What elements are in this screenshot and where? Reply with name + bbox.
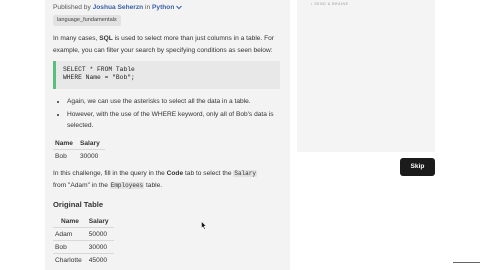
challenge-text: from "Adam" in the <box>53 181 110 189</box>
table-row: Bob 30000 <box>53 240 114 254</box>
original-table-heading: Original Table <box>53 200 104 209</box>
table-cell: Charlotte <box>53 253 87 266</box>
list-item: Again, we can use the asterisks to selec… <box>67 96 290 108</box>
list-item: However, with the use of the WHERE keywo… <box>67 109 290 132</box>
table-cell: 30000 <box>77 149 105 162</box>
challenge-text: In this challenge, fill in the query in … <box>53 170 167 177</box>
table-header-row: Name Salary <box>53 215 114 228</box>
table-cell: Bob <box>53 240 87 254</box>
column-header: Salary <box>88 217 109 225</box>
code-line-1: SELECT * FROM Table <box>63 66 135 73</box>
publisher-connector: in <box>145 4 151 11</box>
lesson-panel: Published by Joshua Seherzn in Python la… <box>45 0 290 270</box>
table-header-row: Name Salary <box>53 137 105 150</box>
original-table: Name Salary Adam 50000 Bob 30000 Charlot… <box>53 215 114 266</box>
challenge-paragraph: In this challenge, fill in the query in … <box>53 168 279 192</box>
table-cell: Adam <box>53 227 87 241</box>
panel-label: • SEND & BRAINE <box>311 2 349 6</box>
table-cell: 45000 <box>86 253 114 266</box>
challenge-text: table. <box>144 181 163 189</box>
employees-inline-code: Employees <box>109 181 145 189</box>
editor-panel[interactable]: • SEND & BRAINE <box>297 0 435 152</box>
code-tab-reference: Code <box>166 170 184 177</box>
author-link[interactable]: Joshua Seherzn <box>93 4 144 11</box>
challenge-text: tab to select the <box>183 170 234 177</box>
publisher-prefix: Published by <box>53 4 91 11</box>
table-row: Adam 50000 <box>53 227 114 241</box>
topic-tag[interactable]: language_fundamentals <box>53 15 121 26</box>
explanation-list: Again, we can use the asterisks to selec… <box>53 96 290 133</box>
language-link[interactable]: Python <box>152 4 183 11</box>
code-line-2: WHERE Name = "Bob"; <box>63 74 135 81</box>
code-example: SELECT * FROM Table WHERE Name = "Bob"; <box>53 61 280 89</box>
chevron-down-icon <box>176 5 183 10</box>
result-table: Name Salary Bob 30000 <box>53 137 105 162</box>
salary-inline-code: Salary <box>233 170 257 177</box>
table-row: Bob 30000 <box>53 149 105 162</box>
column-header: Salary <box>79 139 100 147</box>
divider <box>453 262 480 263</box>
mouse-pointer-icon <box>201 221 207 230</box>
column-header: Name <box>55 139 73 147</box>
code-pane: • SEND & BRAINE Skip <box>290 0 480 270</box>
skip-button[interactable]: Skip <box>400 158 435 176</box>
intro-text-before: In many cases, <box>53 35 100 42</box>
table-cell: Bob <box>53 149 78 162</box>
column-header: Name <box>61 217 79 225</box>
left-gutter <box>0 0 45 270</box>
language-label: Python <box>152 4 175 11</box>
sql-keyword: SQL <box>99 35 113 42</box>
publisher-line: Published by Joshua Seherzn in Python <box>53 4 183 11</box>
table-cell: 30000 <box>86 240 114 254</box>
table-cell: 50000 <box>86 227 114 241</box>
intro-paragraph: In many cases, SQL is used to select mor… <box>53 33 279 57</box>
table-row: Charlotte 45000 <box>53 253 114 266</box>
